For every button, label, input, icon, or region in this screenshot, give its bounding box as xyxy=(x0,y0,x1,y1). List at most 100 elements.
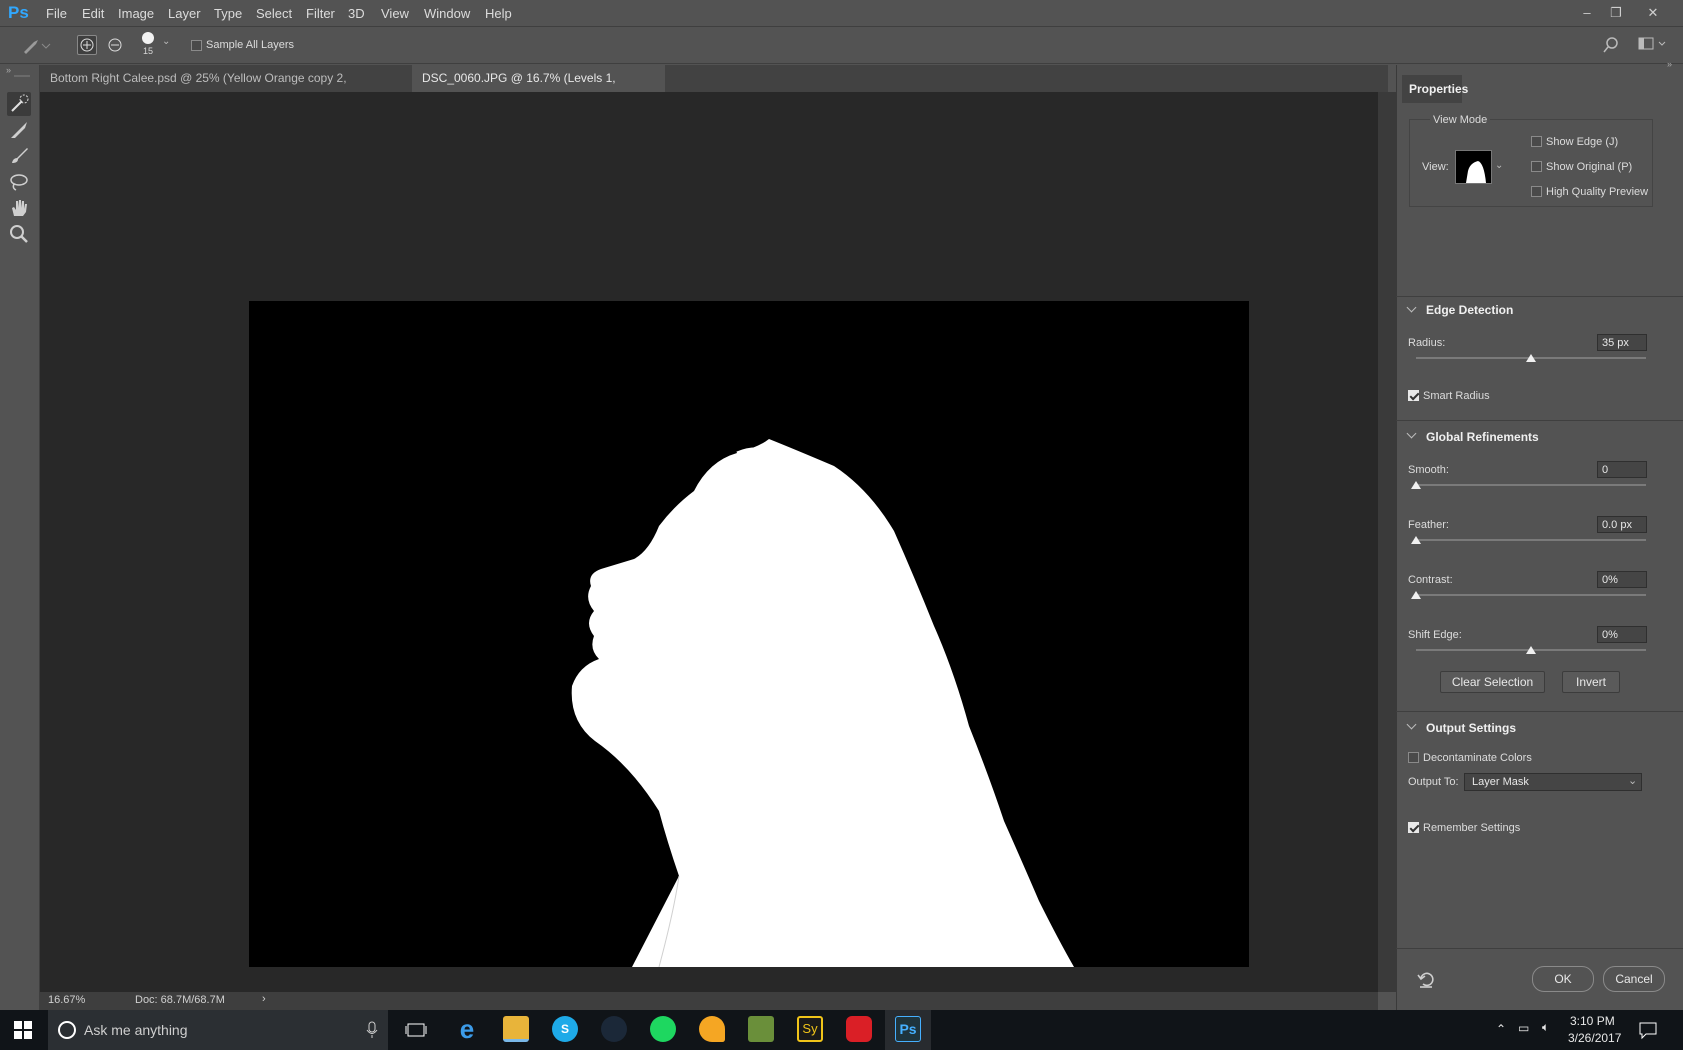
windows-start-icon[interactable] xyxy=(14,1021,32,1042)
menu-3d[interactable]: 3D xyxy=(348,6,365,21)
high-quality-preview-checkbox[interactable] xyxy=(1531,186,1542,197)
output-to-select[interactable]: Layer Mask ⌄ xyxy=(1464,773,1642,791)
creative-cloud-icon[interactable] xyxy=(846,1016,872,1042)
brush-tool-icon[interactable] xyxy=(7,144,31,168)
spotify-icon[interactable] xyxy=(650,1016,676,1042)
tool-bar: » xyxy=(0,65,40,1010)
microphone-icon[interactable] xyxy=(366,1021,378,1042)
invert-button[interactable]: Invert xyxy=(1562,671,1620,693)
tray-overflow-icon[interactable]: ⌃ xyxy=(1496,1022,1506,1036)
chevron-down-icon: ⌄ xyxy=(1628,775,1638,787)
clock-time[interactable]: 3:10 PM xyxy=(1570,1014,1615,1028)
refine-brush-preset-icon[interactable] xyxy=(20,36,52,59)
menu-type[interactable]: Type xyxy=(214,6,242,21)
task-view-icon[interactable] xyxy=(405,1021,427,1042)
file-explorer-icon[interactable] xyxy=(503,1016,529,1042)
skype-icon[interactable]: S xyxy=(552,1016,578,1042)
sample-all-layers-checkbox[interactable] xyxy=(191,40,202,51)
lasso-tool-icon[interactable] xyxy=(7,170,31,194)
menu-view[interactable]: View xyxy=(381,6,409,21)
status-menu-arrow-icon[interactable]: › xyxy=(262,993,266,1005)
contrast-slider-track[interactable] xyxy=(1416,594,1646,596)
shift-edge-slider-thumb[interactable] xyxy=(1526,646,1536,654)
chevron-down-icon[interactable]: ⌄ xyxy=(162,36,170,47)
zoom-level[interactable]: 16.67% xyxy=(48,994,85,1006)
document-image-mask[interactable] xyxy=(249,301,1249,968)
document-tab-bar: Bottom Right Calee.psd @ 25% (Yellow Ora… xyxy=(40,65,1388,112)
cancel-button[interactable]: Cancel xyxy=(1603,966,1665,992)
show-original-label: Show Original (P) xyxy=(1546,161,1633,173)
search-icon[interactable] xyxy=(1602,36,1620,57)
photoshop-logo: Ps xyxy=(8,3,29,22)
remember-settings-checkbox[interactable] xyxy=(1408,822,1419,833)
feather-slider-thumb[interactable] xyxy=(1411,536,1421,544)
menu-image[interactable]: Image xyxy=(118,6,154,21)
menu-layer[interactable]: Layer xyxy=(168,6,201,21)
contrast-slider-thumb[interactable] xyxy=(1411,591,1421,599)
clock-date[interactable]: 3/26/2017 xyxy=(1568,1031,1621,1045)
quick-selection-tool-icon[interactable] xyxy=(7,92,31,116)
menu-help[interactable]: Help xyxy=(485,6,512,21)
subtract-from-region-icon[interactable] xyxy=(106,36,124,57)
network-icon[interactable]: ▭ xyxy=(1518,1021,1529,1035)
menu-edit[interactable]: Edit xyxy=(82,6,104,21)
global-refinements-title[interactable]: Global Refinements xyxy=(1426,430,1539,444)
workspace-icon[interactable] xyxy=(1638,37,1668,54)
tab-bottom-right-calee[interactable]: Bottom Right Calee.psd @ 25% (Yellow Ora… xyxy=(40,65,412,112)
view-thumbnail[interactable] xyxy=(1455,150,1492,184)
smooth-slider-thumb[interactable] xyxy=(1411,481,1421,489)
feather-field[interactable] xyxy=(1597,516,1647,533)
close-icon[interactable]: ✕ xyxy=(1643,3,1663,23)
output-settings-title[interactable]: Output Settings xyxy=(1426,721,1516,735)
contrast-field[interactable] xyxy=(1597,571,1647,588)
decontaminate-colors-checkbox[interactable] xyxy=(1408,752,1419,763)
reset-icon[interactable] xyxy=(1416,969,1436,992)
fl-studio-icon[interactable] xyxy=(699,1016,725,1042)
menu-filter[interactable]: Filter xyxy=(306,6,335,21)
view-mode-title: View Mode xyxy=(1430,114,1491,126)
clear-selection-button[interactable]: Clear Selection xyxy=(1440,671,1545,693)
edge-detection-title[interactable]: Edge Detection xyxy=(1426,303,1513,317)
doc-size: Doc: 68.7M/68.7M xyxy=(135,994,225,1006)
feather-slider-track[interactable] xyxy=(1416,539,1646,541)
steam-icon[interactable] xyxy=(601,1016,627,1042)
shift-edge-field[interactable] xyxy=(1597,626,1647,643)
restore-icon[interactable]: ❐ xyxy=(1606,3,1626,23)
zoom-tool-icon[interactable] xyxy=(7,222,31,246)
radius-field[interactable] xyxy=(1597,334,1647,351)
edge-icon[interactable]: e xyxy=(454,1016,480,1042)
volume-icon[interactable]: 🔈︎ xyxy=(1542,1020,1549,1035)
tab-properties[interactable]: Properties xyxy=(1402,75,1468,103)
divider xyxy=(1396,296,1683,297)
menu-select[interactable]: Select xyxy=(256,6,292,21)
collapse-toolbar-icon[interactable]: » xyxy=(6,65,11,75)
divider xyxy=(1396,420,1683,421)
collapse-panel-icon[interactable]: » xyxy=(1667,59,1672,69)
radius-label: Radius: xyxy=(1408,337,1446,349)
smart-radius-checkbox[interactable] xyxy=(1408,390,1419,401)
smooth-slider-track[interactable] xyxy=(1416,484,1646,486)
silhouette-mask xyxy=(571,439,1074,968)
show-original-checkbox[interactable] xyxy=(1531,161,1542,172)
view-dropdown-icon[interactable]: ⌄ xyxy=(1495,160,1503,171)
action-center-icon[interactable] xyxy=(1638,1020,1658,1043)
menu-window[interactable]: Window xyxy=(424,6,470,21)
radius-slider-thumb[interactable] xyxy=(1526,354,1536,362)
sy-app-icon[interactable]: Sy xyxy=(797,1016,823,1042)
menu-file[interactable]: File xyxy=(46,6,67,21)
refine-edge-brush-icon[interactable] xyxy=(7,118,31,142)
cortana-search-box[interactable]: Ask me anything xyxy=(48,1010,388,1050)
minimize-icon[interactable]: – xyxy=(1577,3,1597,23)
brush-size-icon[interactable] xyxy=(142,32,154,44)
show-edge-checkbox[interactable] xyxy=(1531,136,1542,147)
add-to-region-icon[interactable] xyxy=(77,35,97,55)
vertical-scrollbar[interactable] xyxy=(1378,92,1396,992)
ok-button[interactable]: OK xyxy=(1532,966,1594,992)
toolbar-grip xyxy=(14,75,30,77)
minecraft-icon[interactable] xyxy=(748,1016,774,1042)
menu-bar: Ps File Edit Image Layer Type Select Fil… xyxy=(0,0,1683,27)
hand-tool-icon[interactable] xyxy=(7,196,31,220)
tab-dsc-0060[interactable]: DSC_0060.JPG @ 16.7% (Levels 1, RGB/8) *… xyxy=(412,65,665,112)
canvas-area[interactable] xyxy=(40,92,1378,992)
smooth-field[interactable] xyxy=(1597,461,1647,478)
